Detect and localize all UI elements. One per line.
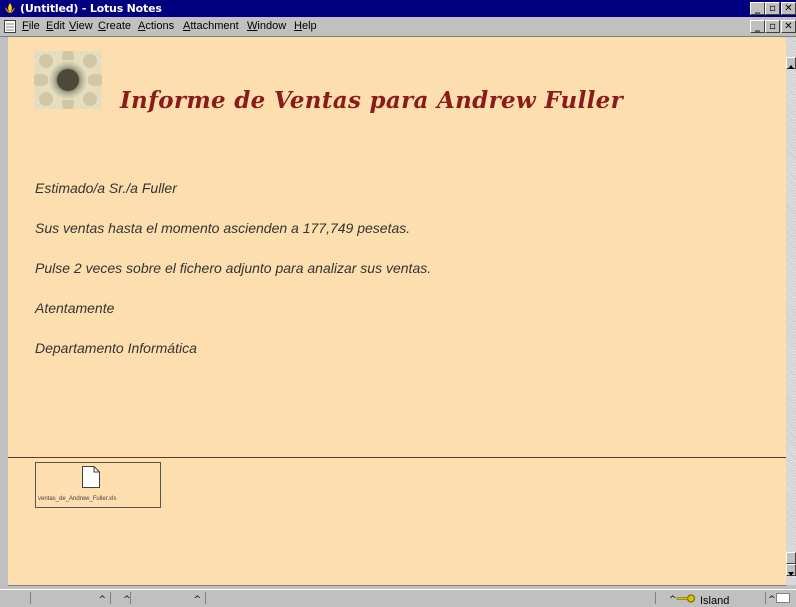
sunflower-logo-icon (34, 51, 102, 109)
scroll-up-button[interactable] (786, 57, 796, 69)
status-message-area (205, 592, 655, 604)
doc-restore-button[interactable]: ▫ (765, 20, 780, 33)
location-label: Island (700, 595, 730, 607)
minimize-icon: _ (755, 21, 760, 32)
maximize-icon: ▫ (769, 3, 776, 14)
close-icon: ✕ (784, 21, 793, 32)
menu-edit[interactable]: Edit (46, 20, 65, 32)
status-segment-2[interactable]: ^ (110, 592, 131, 605)
doc-minimize-button[interactable]: _ (750, 20, 765, 33)
close-icon: ✕ (784, 3, 793, 14)
closing-text: Atentamente (35, 300, 115, 316)
status-segment-1[interactable]: ^ (30, 592, 110, 605)
minimize-button[interactable]: _ (750, 2, 765, 15)
menu-file[interactable]: File (22, 20, 40, 32)
restore-icon: ▫ (769, 21, 776, 32)
menu-actions[interactable]: Actions (138, 20, 174, 32)
instruction-text: Pulse 2 veces sobre el fichero adjunto p… (35, 260, 432, 276)
mail-status[interactable]: ^ (765, 592, 796, 605)
menu-help[interactable]: Help (294, 20, 317, 32)
sales-text: Sus ventas hasta el momento ascienden a … (35, 220, 411, 236)
menu-attachment[interactable]: Attachment (183, 20, 239, 32)
lotus-notes-icon[interactable] (3, 1, 17, 15)
status-segment-3[interactable]: ^ (130, 592, 205, 605)
document-body[interactable]: Informe de Ventas para Andrew Fuller Est… (8, 37, 786, 585)
menu-window[interactable]: Window (247, 20, 286, 32)
minimize-icon: _ (755, 3, 760, 14)
close-button[interactable]: ✕ (781, 2, 796, 15)
inbox-icon (776, 593, 790, 603)
attachment-xls[interactable]: ventas_de_Andrew_Fuller.xls (35, 462, 161, 508)
page-title: Informe de Ventas para Andrew Fuller (120, 87, 623, 114)
signature-text: Departamento Informática (35, 340, 197, 356)
caret-up-icon: ^ (98, 595, 106, 605)
title-bar: (Untitled) - Lotus Notes _ ▫ ✕ (0, 0, 796, 17)
caret-up-icon: ^ (768, 595, 776, 605)
greeting-text: Estimado/a Sr./a Fuller (35, 180, 177, 196)
section-divider (8, 457, 786, 458)
file-icon (82, 466, 100, 488)
window-title: (Untitled) - Lotus Notes (20, 2, 162, 15)
menu-create[interactable]: Create (98, 20, 131, 32)
caret-up-icon: ^ (193, 595, 201, 605)
menu-view[interactable]: View (69, 20, 93, 32)
arrow-down-icon (788, 572, 794, 576)
arrow-up-icon (788, 65, 794, 69)
attachment-filename: ventas_de_Andrew_Fuller.xls (38, 496, 117, 502)
scroll-down-button[interactable] (786, 564, 796, 576)
key-icon (676, 594, 695, 603)
doc-close-button[interactable]: ✕ (781, 20, 796, 33)
maximize-button[interactable]: ▫ (765, 2, 780, 15)
document-icon[interactable] (4, 20, 16, 33)
scroll-thumb[interactable] (786, 552, 796, 564)
status-bar: ^ ^ ^ ^ Island ^ (0, 589, 796, 607)
location-selector[interactable]: ^ Island (655, 592, 765, 607)
menu-bar: File Edit View Create Actions Attachment… (0, 17, 796, 37)
vertical-scrollbar[interactable] (786, 37, 796, 585)
